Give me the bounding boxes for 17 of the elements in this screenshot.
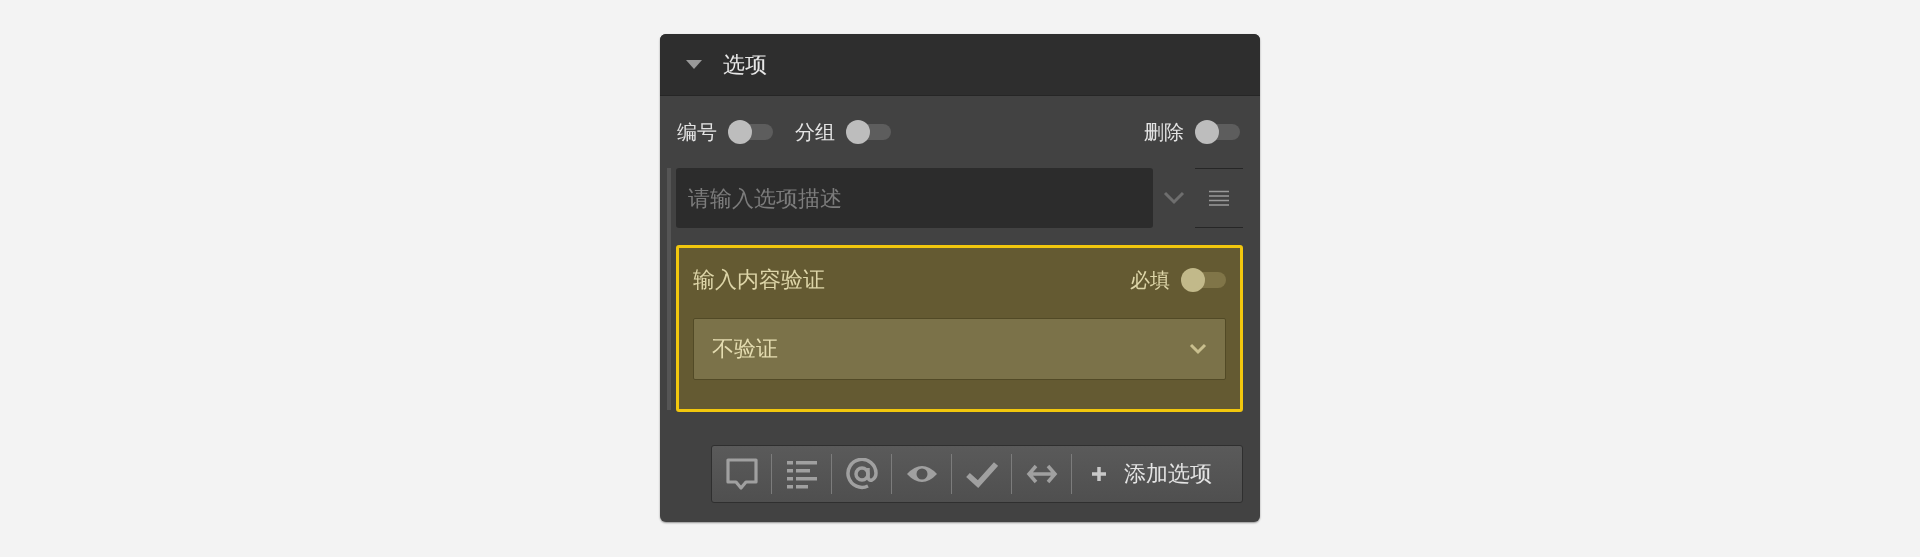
speech-bubble-icon: [725, 458, 758, 490]
chevron-down-icon[interactable]: [1163, 191, 1185, 205]
chevron-down-icon: [1189, 343, 1207, 355]
description-field[interactable]: 请输入选项描述: [676, 168, 1153, 228]
validation-title: 输入内容验证: [693, 266, 825, 294]
toggle-label: 分组: [795, 118, 835, 146]
at-sign-icon: [845, 458, 878, 490]
plus-icon: [1092, 467, 1106, 481]
menu-button[interactable]: [1195, 168, 1243, 228]
toggle-label: 删除: [1144, 118, 1184, 146]
validation-dropdown[interactable]: 不验证: [693, 318, 1226, 380]
toggle-label: 编号: [677, 118, 717, 146]
list-icon: [785, 458, 818, 490]
menu-icon: [1209, 190, 1229, 206]
required-label: 必填: [1130, 266, 1170, 294]
panel-title: 选项: [723, 50, 767, 79]
add-option-button[interactable]: 添加选项: [1072, 446, 1242, 502]
